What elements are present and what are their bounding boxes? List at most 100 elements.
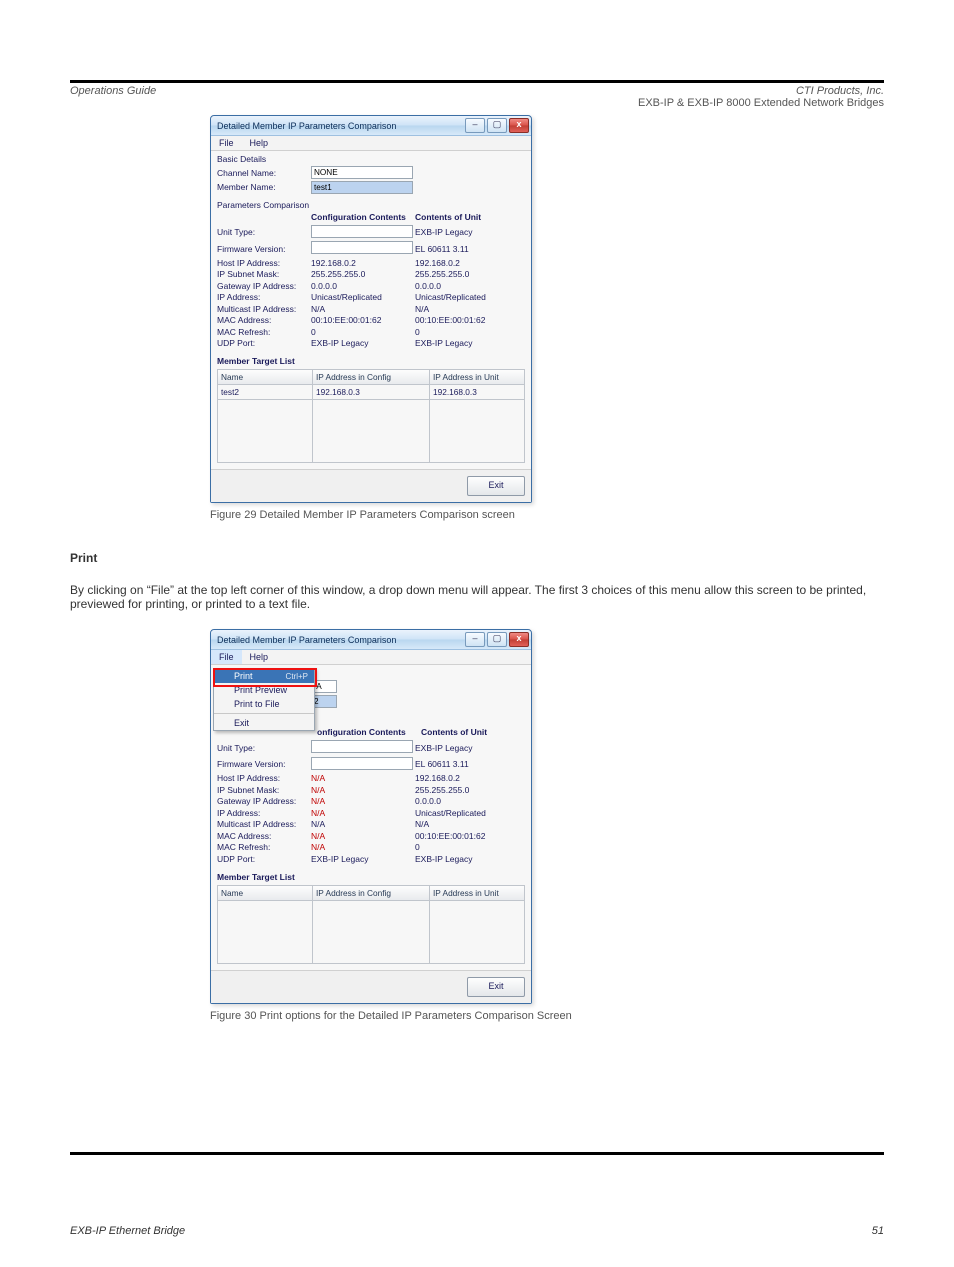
col-name[interactable]: Name — [218, 370, 313, 385]
list-name[interactable]: test2 — [218, 385, 313, 400]
maximize-button[interactable]: ▢ — [487, 118, 507, 133]
mac-refresh-unit: 0 — [415, 842, 525, 852]
menu-help[interactable]: Help — [242, 136, 277, 150]
menu-separator — [214, 713, 314, 714]
mac-refresh-config: 0 — [311, 327, 415, 337]
menu-item-label: Print — [234, 671, 253, 681]
row-label: MAC Address: — [217, 315, 311, 325]
row-label: IP Subnet Mask: — [217, 269, 311, 279]
menu-file[interactable]: File — [211, 650, 242, 664]
figure-29-caption: Figure 29 Detailed Member IP Parameters … — [210, 509, 884, 521]
row-label: IP Subnet Mask: — [217, 785, 311, 795]
menu-item-label: Print to File — [234, 699, 280, 709]
member-target-list-label: Member Target List — [217, 356, 525, 366]
subnet-config: 255.255.255.0 — [311, 269, 415, 279]
subnet-unit: 255.255.255.0 — [415, 785, 525, 795]
row-label: Firmware Version: — [217, 244, 311, 254]
firmware-unit: EL 60611 3.11 — [415, 759, 525, 769]
mac-config: 00:10:EE:00:01:62 — [311, 315, 415, 325]
unit-type-config[interactable] — [311, 225, 413, 238]
col-conf[interactable]: IP Address in Config — [313, 886, 430, 901]
col-unit[interactable]: IP Address in Unit — [430, 886, 524, 901]
menu-print-to-file[interactable]: Print to File — [214, 697, 314, 711]
ip-addr-config: Unicast/Replicated — [311, 292, 415, 302]
minimize-button[interactable]: – — [465, 632, 485, 647]
ip-addr-unit: Unicast/Replicated — [415, 292, 525, 302]
col-name[interactable]: Name — [218, 886, 313, 901]
unit-type-unit: EXB-IP Legacy — [415, 227, 525, 237]
minimize-button[interactable]: – — [465, 118, 485, 133]
mcast-config: N/A — [311, 819, 415, 829]
titlebar[interactable]: Detailed Member IP Parameters Comparison… — [211, 630, 531, 650]
member-name-field[interactable]: test1 — [311, 181, 413, 194]
mac-unit: 00:10:EE:00:01:62 — [415, 831, 525, 841]
basic-details-label: Basic Details — [217, 154, 525, 164]
row-label: Firmware Version: — [217, 759, 311, 769]
gateway-unit: 0.0.0.0 — [415, 281, 525, 291]
mac-config: N/A — [311, 831, 415, 841]
row-label: Gateway IP Address: — [217, 796, 311, 806]
header-right: CTI Products, Inc. — [796, 85, 884, 97]
contents-of-unit-header: Contents of Unit — [421, 727, 525, 737]
contents-of-unit-header: Contents of Unit — [415, 212, 525, 222]
mcast-config: N/A — [311, 304, 415, 314]
udp-unit: EXB-IP Legacy — [415, 338, 525, 348]
unit-type-unit: EXB-IP Legacy — [415, 743, 525, 753]
member-target-grid: Name IP Address in Config IP Address in … — [217, 369, 525, 463]
col-unit[interactable]: IP Address in Unit — [430, 370, 524, 385]
menu-file[interactable]: File — [211, 136, 242, 150]
row-label: Unit Type: — [217, 227, 311, 237]
window-title: Detailed Member IP Parameters Comparison — [217, 635, 463, 645]
list-unit: 192.168.0.3 — [430, 385, 524, 400]
menu-item-label: Print Preview — [234, 685, 287, 695]
row-label: IP Address: — [217, 808, 311, 818]
gateway-config: N/A — [311, 796, 415, 806]
menu-item-label: Exit — [234, 718, 249, 728]
exit-button[interactable]: Exit — [467, 476, 525, 496]
member-name-label: Member Name: — [217, 182, 311, 192]
row-label: Unit Type: — [217, 743, 311, 753]
row-label: MAC Address: — [217, 831, 311, 841]
ip-addr-unit: Unicast/Replicated — [415, 808, 525, 818]
member-target-list-label: Member Target List — [217, 872, 525, 882]
maximize-button[interactable]: ▢ — [487, 632, 507, 647]
close-button[interactable]: x — [509, 632, 529, 647]
row-label: Host IP Address: — [217, 773, 311, 783]
row-label: UDP Port: — [217, 854, 311, 864]
row-label: IP Address: — [217, 292, 311, 302]
figure-30-caption: Figure 30 Print options for the Detailed… — [210, 1010, 884, 1022]
firmware-config[interactable] — [311, 241, 413, 254]
subnet-config: N/A — [311, 785, 415, 795]
print-heading: Print — [70, 551, 884, 565]
comparison-window-2: Detailed Member IP Parameters Comparison… — [210, 629, 532, 1004]
row-label: Multicast IP Address: — [217, 304, 311, 314]
intro-right: EXB-IP & EXB-IP 8000 Extended Network Br… — [70, 97, 884, 109]
udp-config: EXB-IP Legacy — [311, 338, 415, 348]
firmware-unit: EL 60611 3.11 — [415, 244, 525, 254]
mac-unit: 00:10:EE:00:01:62 — [415, 315, 525, 325]
titlebar[interactable]: Detailed Member IP Parameters Comparison… — [211, 116, 531, 136]
menu-exit[interactable]: Exit — [214, 716, 314, 730]
menu-item-shortcut: Ctrl+P — [278, 672, 308, 681]
config-contents-header: Configuration Contents — [311, 212, 415, 222]
close-button[interactable]: x — [509, 118, 529, 133]
mac-refresh-config: N/A — [311, 842, 415, 852]
exit-button[interactable]: Exit — [467, 977, 525, 997]
menu-print-preview[interactable]: Print Preview — [214, 683, 314, 697]
subnet-unit: 255.255.255.0 — [415, 269, 525, 279]
file-dropdown: Print Ctrl+P Print Preview Print to File… — [213, 668, 315, 731]
print-paragraph: By clicking on “File” at the top left co… — [70, 583, 884, 611]
menu-help[interactable]: Help — [242, 650, 277, 664]
parameters-comparison-label: Parameters Comparison — [217, 200, 525, 210]
host-ip-unit: 192.168.0.2 — [415, 773, 525, 783]
unit-type-config[interactable] — [311, 740, 413, 753]
col-conf[interactable]: IP Address in Config — [313, 370, 430, 385]
channel-name-label: Channel Name: — [217, 168, 311, 178]
channel-name-field[interactable]: NONE — [311, 166, 413, 179]
menu-bar: File Help Print Ctrl+P Print Preview Pri… — [211, 650, 531, 665]
mcast-unit: N/A — [415, 304, 525, 314]
host-ip-config: 192.168.0.2 — [311, 258, 415, 268]
firmware-config[interactable] — [311, 757, 413, 770]
menu-print[interactable]: Print Ctrl+P — [214, 669, 314, 683]
gateway-config: 0.0.0.0 — [311, 281, 415, 291]
